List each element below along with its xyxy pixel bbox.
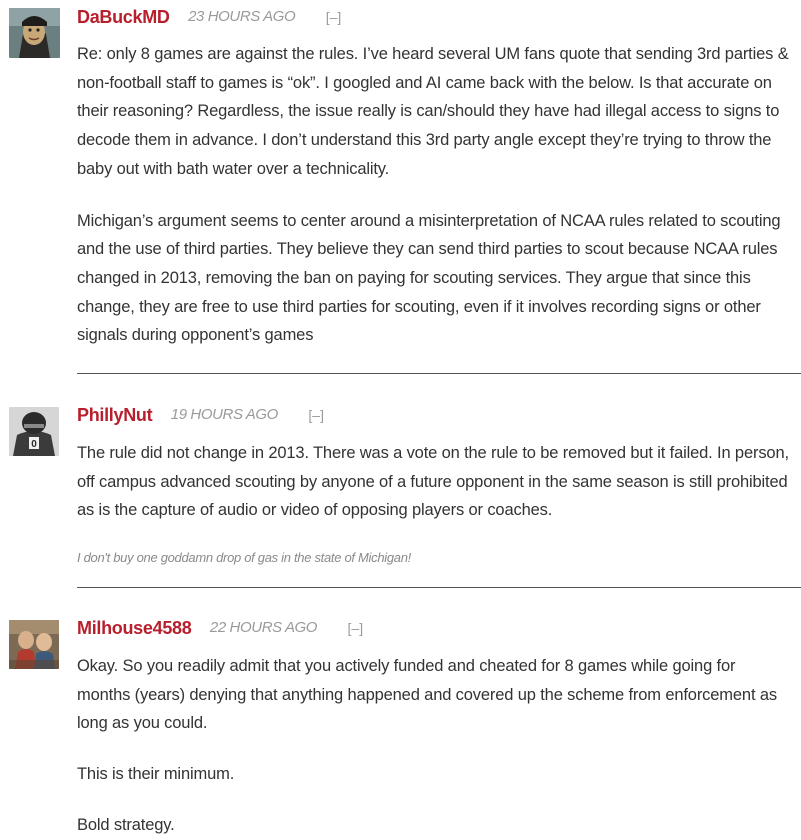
user-signature: I don't buy one goddamn drop of gas in t… [77,550,411,565]
username-link[interactable]: Milhouse4588 [77,616,192,640]
comment-paragraph: Michigan’s argument seems to center arou… [77,211,781,345]
collapse-button[interactable]: [–] [326,5,342,29]
comment-paragraph: Bold strategy. [77,815,175,834]
svg-text:0: 0 [31,439,37,450]
comment-body: The rule did not change in 2013. There w… [77,439,791,525]
comment-paragraph: Okay. So you readily admit that you acti… [77,657,777,733]
comment-divider [77,587,801,588]
comment-header: PhillyNut 19 HOURS AGO [–] [77,403,324,427]
comment-paragraph: The rule did not change in 2013. There w… [77,444,789,520]
comment-divider [77,373,801,374]
username-link[interactable]: DaBuckMD [77,5,170,29]
timestamp: 23 HOURS AGO [188,8,296,25]
comment-header: Milhouse4588 22 HOURS AGO [–] [77,616,363,640]
timestamp: 19 HOURS AGO [170,406,279,423]
comment-header: DaBuckMD 23 HOURS AGO [–] [77,5,341,29]
avatar[interactable] [9,8,60,58]
collapse-button[interactable]: [–] [348,616,364,640]
avatar[interactable]: 0 [9,407,59,456]
username-link[interactable]: PhillyNut [77,403,153,427]
comment-body: Okay. So you readily admit that you acti… [77,652,791,840]
comment-body: Re: only 8 games are against the rules. … [77,40,791,350]
collapse-button[interactable]: [–] [308,403,324,427]
timestamp: 22 HOURS AGO [209,619,318,636]
avatar[interactable] [9,620,59,669]
comment-paragraph: Re: only 8 games are against the rules. … [77,45,789,178]
comment-paragraph: This is their minimum. [77,765,235,784]
